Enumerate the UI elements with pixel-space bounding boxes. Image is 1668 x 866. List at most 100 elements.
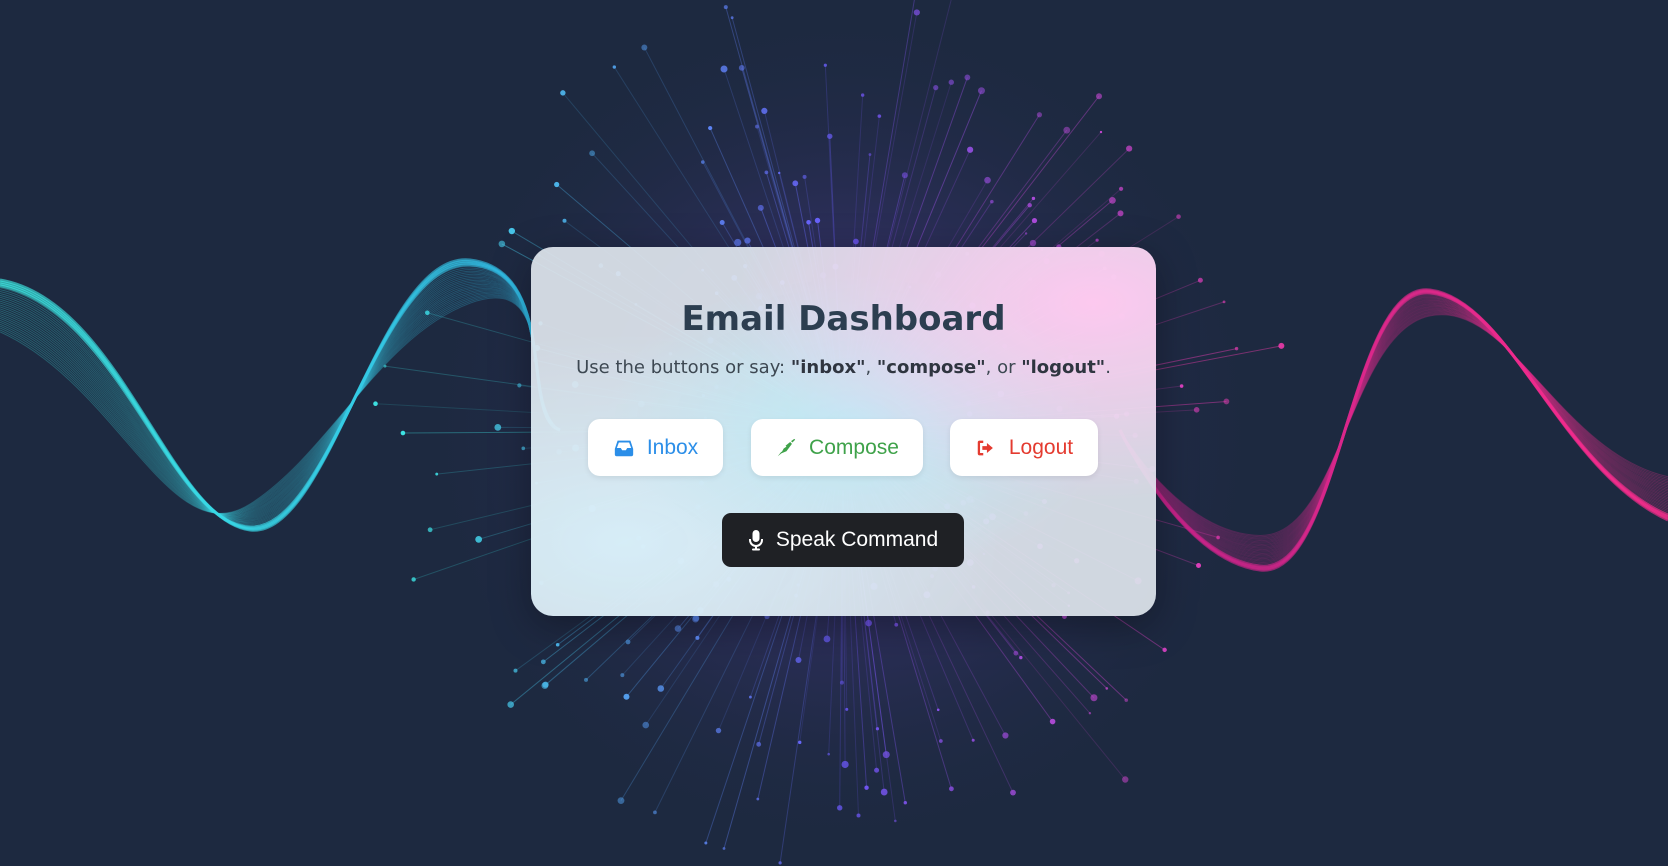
burst-dot — [653, 810, 657, 815]
burst-dot — [860, 93, 865, 97]
logout-button[interactable]: Logout — [950, 419, 1098, 476]
burst-dot — [498, 240, 506, 248]
microphone-icon — [748, 530, 763, 551]
burst-dot — [1118, 186, 1124, 191]
burst-dot — [823, 63, 827, 67]
burst-dot — [933, 85, 939, 91]
burst-dot — [562, 218, 567, 223]
burst-dot — [494, 423, 502, 431]
speak-command-button[interactable]: Speak Command — [722, 513, 964, 567]
burst-dot — [936, 708, 940, 712]
burst-dot — [625, 639, 631, 645]
burst-dot — [845, 707, 849, 711]
inbox-button[interactable]: Inbox — [588, 419, 723, 476]
burst-dot — [411, 577, 416, 582]
burst-dot — [1090, 694, 1098, 702]
burst-dot — [894, 819, 897, 823]
burst-dot — [882, 751, 890, 759]
burst-dot — [852, 238, 859, 245]
burst-dot — [730, 16, 734, 20]
burst-dot — [1036, 112, 1043, 118]
burst-dot — [1095, 238, 1099, 242]
burst-dot — [1027, 202, 1032, 208]
burst-dot — [1124, 698, 1129, 702]
dashboard-card: Email Dashboard Use the buttons or say: … — [531, 247, 1156, 616]
burst-dot — [836, 805, 843, 811]
burst-dot — [475, 535, 483, 543]
burst-dot — [984, 176, 991, 184]
burst-dot — [541, 682, 549, 689]
burst-dot — [400, 430, 406, 436]
burst-dot — [641, 44, 648, 51]
burst-dot — [894, 622, 899, 627]
burst-dot — [704, 841, 708, 845]
burst-dot — [642, 721, 650, 729]
burst-dot — [508, 227, 516, 235]
burst-dot — [1278, 342, 1285, 349]
burst-dot — [964, 74, 971, 81]
burst-dot — [868, 153, 872, 156]
burst-dot — [875, 727, 880, 731]
inbox-button-label: Inbox — [646, 435, 699, 459]
burst-dot — [1029, 239, 1037, 247]
burst-dot — [977, 87, 985, 95]
instructions-separator: , or — [985, 357, 1022, 378]
burst-dot — [874, 767, 880, 773]
burst-dot — [1063, 126, 1071, 134]
inbox-icon — [614, 440, 633, 456]
burst-dot — [715, 727, 722, 734]
burst-dot — [708, 125, 713, 131]
burst-dot — [778, 171, 781, 175]
burst-dot — [1010, 789, 1016, 796]
sign-out-icon — [977, 440, 993, 455]
compose-button-label: Compose — [809, 435, 899, 459]
instructions-prefix: Use the buttons or say: — [576, 357, 791, 378]
burst-dot — [948, 79, 954, 85]
burst-dot — [617, 797, 625, 805]
burst-dot — [554, 181, 560, 188]
burst-dot — [913, 9, 920, 16]
burst-dot — [827, 752, 830, 756]
instructions-separator: , — [865, 357, 877, 378]
burst-dot — [1096, 93, 1103, 100]
burst-dot — [1197, 277, 1203, 283]
burst-dot — [880, 788, 888, 796]
burst-dot — [589, 150, 596, 157]
burst-dot — [761, 107, 768, 115]
burst-dot — [723, 5, 728, 10]
burst-dot — [802, 174, 807, 179]
speak-command-label: Speak Command — [775, 528, 939, 551]
burst-dot — [555, 642, 560, 647]
burst-dot — [1002, 732, 1009, 739]
burst-dot — [864, 785, 869, 790]
burst-dot — [756, 797, 760, 801]
burst-dot — [757, 204, 764, 211]
logout-button-label: Logout — [1008, 435, 1074, 459]
burst-dot — [814, 217, 821, 224]
burst-dot — [839, 680, 844, 685]
burst-dot — [877, 114, 882, 118]
burst-dot — [938, 739, 943, 743]
voice-instructions: Use the buttons or say: "inbox", "compos… — [531, 357, 1156, 378]
burst-dot — [967, 146, 974, 153]
burst-dot — [795, 656, 802, 663]
burst-dot — [1196, 563, 1202, 569]
burst-dot — [719, 220, 725, 226]
burst-dot — [373, 401, 378, 407]
burst-dot — [903, 801, 908, 805]
compose-button[interactable]: Compose — [751, 419, 923, 476]
burst-dot — [1024, 232, 1028, 235]
burst-dot — [865, 619, 872, 627]
burst-dot — [540, 659, 546, 665]
burst-dot — [722, 847, 726, 850]
burst-dot — [584, 677, 589, 682]
burst-dot — [971, 738, 975, 742]
burst-dot — [738, 64, 745, 71]
burst-dot — [1019, 655, 1023, 660]
burst-dot — [1176, 214, 1181, 219]
burst-dot — [1031, 196, 1036, 201]
burst-dot — [674, 625, 682, 632]
burst-dot — [1126, 145, 1133, 152]
burst-dot — [612, 65, 617, 69]
burst-dot — [841, 760, 849, 769]
